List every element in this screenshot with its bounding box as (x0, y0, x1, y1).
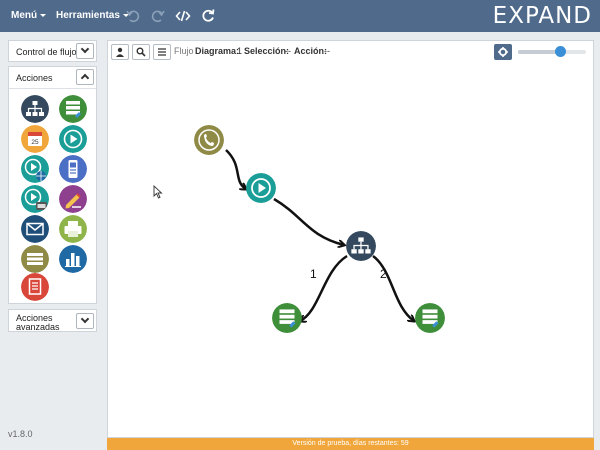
hierarchy-icon (346, 231, 376, 261)
menu-dropdown[interactable]: Menú (11, 0, 47, 32)
database-icon (415, 303, 445, 333)
database-icon[interactable] (59, 95, 87, 123)
flow-control-panel: Control de flujo (8, 40, 97, 62)
undo-icon[interactable] (125, 8, 141, 24)
connector-phone-to-play (225, 149, 246, 189)
play-node[interactable] (246, 173, 276, 203)
trial-text: Versión de prueba, días restantes: 59 (292, 440, 409, 447)
pencil-icon[interactable] (59, 185, 87, 213)
divider (9, 88, 96, 89)
hierarchy-node[interactable] (346, 231, 376, 261)
actions-title: Acciones (16, 73, 53, 83)
chevron-down-icon (80, 44, 90, 54)
connector-play-to-hierarchy (273, 197, 344, 245)
hierarchy-icon[interactable] (21, 95, 49, 123)
advanced-actions-panel: Acciones avanzadas (8, 309, 97, 332)
advanced-actions-title: Acciones avanzadas (16, 314, 60, 332)
calendar-day-text: 25 (31, 139, 39, 146)
play-globe-icon[interactable] (21, 155, 49, 183)
edge-label-2: 2 (380, 267, 387, 281)
redo-icon[interactable] (150, 8, 166, 24)
advanced-actions-toggle-button[interactable] (76, 313, 94, 329)
trial-banner: Versión de prueba, días restantes: 59 (107, 438, 594, 450)
bar-chart-icon[interactable] (59, 245, 87, 273)
database-node-2[interactable] (415, 303, 445, 333)
table-icon[interactable] (21, 245, 49, 273)
chevron-up-icon (80, 73, 90, 83)
play-counter-icon[interactable] (21, 185, 49, 213)
database-node-1[interactable] (272, 303, 302, 333)
actions-panel: Acciones 25 (8, 66, 97, 304)
code-icon[interactable] (175, 8, 191, 24)
mail-icon[interactable] (21, 215, 49, 243)
mouse-cursor-icon (153, 185, 163, 199)
document-icon[interactable] (21, 273, 49, 301)
tools-label: Herramientas (56, 10, 120, 21)
top-bar: Menú Herramientas EXPAND (0, 0, 600, 32)
refresh-icon[interactable] (200, 8, 216, 24)
version-label: v1.8.0 (8, 429, 33, 439)
phone-device-icon[interactable] (59, 155, 87, 183)
connector-hierarchy-to-db1 (300, 254, 348, 321)
edge-label-1: 1 (310, 267, 317, 281)
chevron-down-icon (80, 314, 90, 324)
diagram-canvas[interactable]: Flujo Diagrama: 1 Selección: -- Acción: … (107, 40, 594, 438)
tools-dropdown[interactable]: Herramientas (56, 0, 129, 32)
database-icon (272, 303, 302, 333)
calendar-icon[interactable]: 25 (21, 125, 49, 153)
printer-icon[interactable] (59, 215, 87, 243)
play-icon (246, 173, 276, 203)
phone-icon (194, 125, 224, 155)
connector-hierarchy-to-db2 (372, 255, 414, 321)
actions-toggle-button[interactable] (76, 69, 94, 85)
play-icon[interactable] (59, 125, 87, 153)
flow-control-toggle-button[interactable] (76, 43, 94, 59)
caret-down-icon (40, 13, 47, 17)
flow-control-title: Control de flujo (16, 47, 77, 57)
phone-node[interactable] (194, 125, 224, 155)
menu-label: Menú (11, 10, 38, 21)
advanced-actions-line2: avanzadas (16, 322, 60, 332)
brand-logo: EXPAND (492, 3, 592, 29)
